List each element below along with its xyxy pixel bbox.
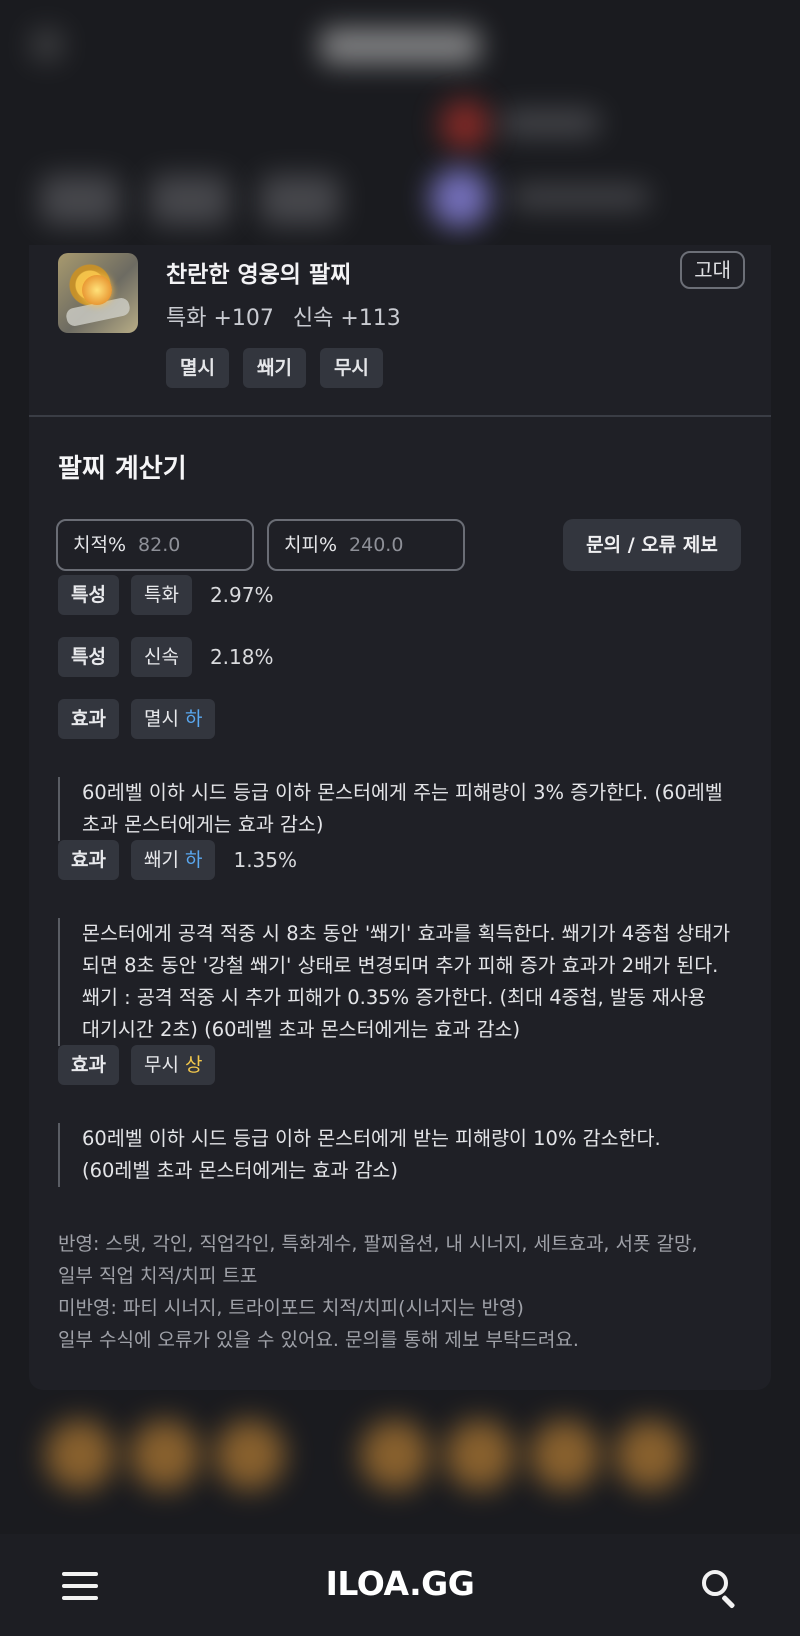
effect-row: 효과 무시 상 bbox=[58, 1045, 216, 1085]
calculator-notes: 반영: 스탯, 각인, 직업각인, 특화계수, 팔찌옵션, 내 시너지, 세트효… bbox=[58, 1228, 748, 1356]
effect-description: 몬스터에게 공격 적중 시 8초 동안 '쐐기' 효과를 획득한다. 쐐기가 4… bbox=[58, 918, 748, 1046]
note-line: 미반영: 파티 시너지, 트라이포드 치적/치피(시너지는 반영) bbox=[58, 1297, 524, 1319]
row-type-chip: 효과 bbox=[58, 840, 119, 880]
description-line: 60레벨 이하 시드 등급 이하 몬스터에게 받는 피해량이 10% 감소한다. bbox=[82, 1127, 661, 1150]
background-blur bbox=[40, 175, 120, 225]
background-blur bbox=[130, 1420, 200, 1490]
effect-tag: 무시 bbox=[319, 348, 383, 388]
background-blur bbox=[445, 1420, 515, 1490]
calculator-title: 팔찌 계산기 bbox=[58, 454, 187, 484]
note-line: 일부 수식에 오류가 있을 수 있어요. 문의를 통해 제보 부탁드려요. bbox=[58, 1329, 579, 1351]
background-blur bbox=[430, 168, 490, 228]
description-line: 초과 몬스터에게는 효과 감소) bbox=[82, 813, 324, 836]
row-type-chip: 효과 bbox=[58, 699, 119, 739]
background-blur bbox=[440, 100, 490, 150]
effect-name: 쐐기 bbox=[143, 849, 179, 871]
effect-name: 무시 bbox=[143, 1054, 179, 1076]
search-icon[interactable] bbox=[702, 1570, 738, 1609]
bracelet-calculator-card: 찬란한 영웅의 팔찌 특화 +107 신속 +113 고대 멸시 쐐기 무시 팔… bbox=[29, 245, 771, 1390]
grade-badge: 고대 bbox=[680, 251, 745, 289]
crit-dmg-value: 240.0 bbox=[349, 534, 404, 556]
description-line: 몬스터에게 공격 적중 시 8초 동안 '쐐기' 효과를 획득한다. 쐐기가 4… bbox=[82, 922, 731, 945]
row-type-chip: 특성 bbox=[58, 637, 119, 677]
row-value: 2.18% bbox=[209, 645, 274, 669]
background-blur bbox=[150, 175, 230, 225]
row-value: 1.35% bbox=[233, 848, 298, 872]
report-button[interactable]: 문의 / 오류 제보 bbox=[563, 519, 741, 571]
effect-name: 멸시 bbox=[143, 708, 179, 730]
background-blur bbox=[615, 1420, 685, 1490]
effect-description: 60레벨 이하 시드 등급 이하 몬스터에게 주는 피해량이 3% 증가한다. … bbox=[58, 777, 748, 841]
description-line: 되면 8초 동안 '강철 쐐기' 상태로 변경되며 추가 피해 증가 효과가 2… bbox=[82, 954, 719, 977]
background-blur bbox=[530, 1420, 600, 1490]
item-stat: 특화 +107 bbox=[166, 306, 274, 331]
site-logo[interactable]: ILOA.GG bbox=[0, 1564, 800, 1603]
item-name: 찬란한 영웅의 팔찌 bbox=[166, 262, 352, 288]
description-line: 쐐기 : 공격 적중 시 추가 피해가 0.35% 증가한다. (최대 4중첩,… bbox=[82, 986, 706, 1009]
background-blur bbox=[215, 1420, 285, 1490]
crit-rate-value: 82.0 bbox=[138, 534, 181, 556]
bottom-nav: ILOA.GG bbox=[0, 1534, 800, 1636]
row-name-chip: 멸시 하 bbox=[130, 699, 216, 739]
background-blur bbox=[260, 175, 340, 225]
row-name-chip: 신속 bbox=[130, 637, 192, 677]
row-type-chip: 특성 bbox=[58, 575, 119, 615]
row-value: 2.97% bbox=[209, 583, 274, 607]
row-name-chip: 쐐기 하 bbox=[130, 840, 216, 880]
background-blur bbox=[45, 1420, 115, 1490]
background-blur bbox=[320, 28, 480, 64]
background-blur bbox=[32, 30, 62, 60]
effect-grade: 하 bbox=[184, 708, 203, 730]
description-line: 60레벨 이하 시드 등급 이하 몬스터에게 주는 피해량이 3% 증가한다. … bbox=[82, 781, 723, 804]
background-blur bbox=[510, 186, 650, 208]
description-line: 대기시간 2초) (60레벨 초과 몬스터에게는 효과 감소) bbox=[82, 1018, 521, 1041]
bracelet-icon bbox=[58, 253, 138, 333]
row-name-chip: 무시 상 bbox=[130, 1045, 216, 1085]
crit-dmg-label: 치피% bbox=[284, 534, 338, 556]
stat-row: 특성 신속 2.18% bbox=[58, 637, 273, 677]
row-name-chip: 특화 bbox=[130, 575, 192, 615]
stat-row: 특성 특화 2.97% bbox=[58, 575, 273, 615]
effect-tags: 멸시 쐐기 무시 bbox=[166, 348, 383, 388]
description-line: (60레벨 초과 몬스터에게는 효과 감소) bbox=[82, 1159, 398, 1182]
note-line: 일부 직업 치적/치피 트포 bbox=[58, 1265, 258, 1287]
effect-tag: 쐐기 bbox=[242, 348, 306, 388]
row-type-chip: 효과 bbox=[58, 1045, 119, 1085]
crit-dmg-input[interactable]: 치피% 240.0 bbox=[267, 519, 465, 571]
effect-grade: 상 bbox=[184, 1054, 203, 1076]
note-line: 반영: 스탯, 각인, 직업각인, 특화계수, 팔찌옵션, 내 시너지, 세트효… bbox=[58, 1233, 698, 1255]
background-blur bbox=[500, 110, 600, 136]
item-stats: 특화 +107 신속 +113 bbox=[166, 300, 413, 332]
effect-grade: 하 bbox=[184, 849, 203, 871]
crit-rate-input[interactable]: 치적% 82.0 bbox=[56, 519, 254, 571]
effect-row: 효과 쐐기 하 1.35% bbox=[58, 840, 297, 880]
item-stat: 신속 +113 bbox=[292, 306, 401, 331]
crit-rate-label: 치적% bbox=[73, 534, 127, 556]
effect-row: 효과 멸시 하 bbox=[58, 699, 216, 739]
effect-description: 60레벨 이하 시드 등급 이하 몬스터에게 받는 피해량이 10% 감소한다.… bbox=[58, 1123, 748, 1187]
item-summary: 찬란한 영웅의 팔찌 특화 +107 신속 +113 고대 멸시 쐐기 무시 bbox=[29, 245, 771, 417]
background-blur bbox=[360, 1420, 430, 1490]
effect-tag: 멸시 bbox=[166, 348, 229, 388]
